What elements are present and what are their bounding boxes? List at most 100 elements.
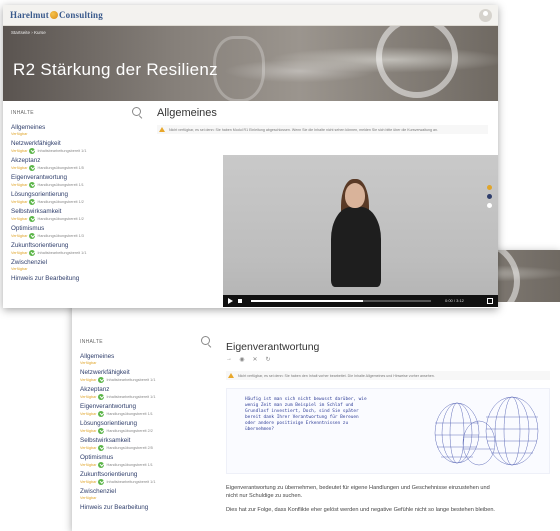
check-icon: [29, 165, 36, 171]
sidebar-item[interactable]: Lösungsorientierung Verfügbar Handlungsübu…: [11, 191, 143, 205]
sidebar-item-label: Allgemeines: [11, 124, 46, 131]
sidebar-item-meta: Verfügbar: [80, 496, 212, 501]
sidebar-item[interactable]: Optimismus Verfügbar Handlungsübungsbereit…: [80, 454, 212, 468]
availability-label: Verfügbar: [11, 182, 28, 187]
close-icon[interactable]: ✕: [252, 356, 258, 363]
completion-status: Handlungsübungsbereit 1/2: [37, 199, 84, 204]
completion-status: Inhaltsbearbeitungsbereit 1/1: [37, 250, 87, 255]
availability-label: Verfügbar: [11, 233, 28, 238]
logo[interactable]: Harelmut Consulting: [10, 10, 103, 20]
sidebar-item[interactable]: Eigenverantwortung Verfügbar Handlungsübun…: [80, 403, 212, 417]
video-controls: 0:00 / 3:12: [223, 295, 498, 307]
completion-status: Handlungsübungsbereit 1/1: [106, 462, 153, 467]
sidebar-item-meta: Verfügbar Handlungsübungsbereit 2/2: [80, 428, 212, 434]
check-icon: [98, 428, 105, 434]
breadcrumb[interactable]: Startseite › Kurse: [11, 30, 46, 35]
check-icon: [98, 462, 105, 468]
sidebar-item-meta: Verfügbar Inhaltsbearbeitungsbereit 1/1: [80, 479, 212, 485]
sidebar-item-meta: Verfügbar Handlungsübungsbereit 1/5: [11, 165, 143, 171]
sidebar-item-label: Zukunftsorientierung: [80, 471, 138, 478]
video-time: 0:00 / 3:12: [445, 297, 464, 303]
sidebar-item-meta: Verfügbar Handlungsübungsbereit 1/1: [11, 182, 143, 188]
sidebar-item[interactable]: Hinweis zur Bearbeitung: [80, 504, 212, 512]
refresh-icon[interactable]: ↻: [265, 356, 271, 363]
sidebar-item-meta: Verfügbar Handlungsübungsbereit 1/1: [80, 411, 212, 417]
sidebar-item[interactable]: Zukunftsorientierung Verfügbar Inhaltsbear…: [11, 242, 143, 256]
completion-status: Handlungsübungsbereit 1/3: [37, 233, 84, 238]
video-overlay-dots: [487, 185, 492, 212]
sidebar-item[interactable]: Zukunftsorientierung Verfügbar Inhaltsbear…: [80, 471, 212, 485]
sidebar-item[interactable]: Allgemeines Verfügbar: [80, 353, 212, 366]
sidebar-item-label: Selbstwirksamkeit: [80, 437, 131, 444]
presenter-body: [331, 207, 381, 287]
illustration-quote: Häufig ist man sich nicht bewusst darübe…: [245, 397, 367, 432]
sidebar-item-label: Allgemeines: [80, 353, 115, 360]
sidebar-title: INHALTE: [11, 110, 34, 116]
availability-label: Verfügbar: [11, 267, 28, 271]
check-icon: [29, 250, 36, 256]
sidebar-item[interactable]: Zwischenziel Verfügbar: [80, 488, 212, 501]
availability-label: Verfügbar: [11, 165, 28, 170]
availability-label: Verfügbar: [80, 428, 97, 433]
check-icon: [29, 182, 36, 188]
availability-label: Verfügbar: [80, 377, 97, 382]
availability-label: Verfügbar: [80, 479, 97, 484]
video-player[interactable]: 0:00 / 3:12: [223, 155, 498, 307]
next-icon[interactable]: →: [226, 356, 232, 363]
completion-status: Handlungsübungsbereit 1/2: [37, 216, 84, 221]
sidebar-item[interactable]: Akzeptanz Verfügbar Handlungsübungsbereit …: [11, 157, 143, 171]
check-icon: [29, 199, 36, 205]
view-icon[interactable]: ◉: [239, 356, 245, 363]
sidebar-item-label: Lösungsorientierung: [11, 191, 69, 198]
sidebar-item-label: Zwischenziel: [11, 259, 48, 266]
sidebar-item-meta: Verfügbar: [11, 267, 143, 272]
presenter-face: [345, 183, 365, 208]
check-icon: [29, 233, 36, 239]
check-icon: [98, 394, 105, 400]
sidebar-item-label: Akzeptanz: [11, 157, 41, 164]
user-avatar-icon[interactable]: [479, 9, 492, 22]
sidebar-item-label: Zwischenziel: [80, 488, 117, 495]
sidebar-item-meta: Verfügbar Handlungsübungsbereit 1/2: [11, 199, 143, 205]
sidebar-item-meta: Verfügbar Inhaltsbearbeitungsbereit 1/1: [80, 377, 212, 383]
sidebar-item-label: Zukunftsorientierung: [11, 242, 69, 249]
sidebar-item[interactable]: Optimismus Verfügbar Handlungsübungsbereit…: [11, 225, 143, 239]
sidebar-item[interactable]: Netzwerkfähigkeit Verfügbar Inhaltsbearbei…: [11, 140, 143, 154]
sidebar-item[interactable]: Allgemeines Verfügbar: [11, 124, 143, 137]
sidebar-item[interactable]: Netzwerkfähigkeit Verfügbar Inhaltsbearbei…: [80, 369, 212, 383]
volume-icon[interactable]: [238, 299, 242, 303]
warning-icon: [228, 373, 234, 378]
availability-warning: Nicht verfügbar, es sei denn: Sie haben …: [226, 371, 550, 380]
sidebar-item[interactable]: Eigenverantwortung Verfügbar Handlungsübun…: [11, 174, 143, 188]
sidebar-item[interactable]: Akzeptanz Verfügbar Inhaltsbearbeitungsber…: [80, 386, 212, 400]
availability-label: Verfügbar: [11, 132, 28, 136]
video-progress-bar[interactable]: [251, 300, 431, 302]
sidebar-item-label: Netzwerkfähigkeit: [80, 369, 130, 376]
completion-status: Handlungsübungsbereit 2/5: [106, 445, 153, 450]
search-icon[interactable]: [132, 107, 141, 116]
completion-status: Inhaltsbearbeitungsbereit 1/1: [106, 394, 156, 399]
sidebar-item[interactable]: Hinweis zur Bearbeitung: [11, 275, 143, 283]
sidebar-item-meta: Verfügbar Inhaltsbearbeitungsbereit 1/1: [11, 148, 143, 154]
sidebar: INHALTE Allgemeines Verfügbar Netzwerkfähi…: [72, 302, 212, 514]
sidebar-title: INHALTE: [80, 339, 103, 345]
sidebar-item-meta: Verfügbar Inhaltsbearbeitungsbereit 1/1: [11, 250, 143, 256]
sidebar-item-meta: Verfügbar Handlungsübungsbereit 1/2: [11, 216, 143, 222]
sidebar-item[interactable]: Zwischenziel Verfügbar: [11, 259, 143, 272]
sidebar-item[interactable]: Selbstwirksamkeit Verfügbar Handlungsübung…: [11, 208, 143, 222]
sidebar-item-meta: Verfügbar: [80, 361, 212, 366]
paragraph: Eigenverantwortung zu übernehmen, bedeut…: [226, 485, 490, 499]
fullscreen-icon[interactable]: [487, 298, 493, 304]
page-title: Eigenverantwortung: [226, 341, 320, 353]
video-progress-fill: [251, 300, 363, 302]
completion-status: Handlungsübungsbereit 1/1: [106, 411, 153, 416]
sidebar-item-label: Eigenverantwortung: [11, 174, 68, 181]
availability-label: Verfügbar: [11, 199, 28, 204]
sidebar-item[interactable]: Lösungsorientierung Verfügbar Handlungsübu…: [80, 420, 212, 434]
search-icon[interactable]: [201, 336, 210, 345]
sidebar-item-label: Lösungsorientierung: [80, 420, 138, 427]
sidebar-nav: Allgemeines Verfügbar Netzwerkfähigkeit Ver…: [11, 124, 143, 283]
play-icon[interactable]: [228, 298, 233, 304]
sidebar-item[interactable]: Selbstwirksamkeit Verfügbar Handlungsübung…: [80, 437, 212, 451]
completion-status: Inhaltsbearbeitungsbereit 1/1: [106, 377, 156, 382]
